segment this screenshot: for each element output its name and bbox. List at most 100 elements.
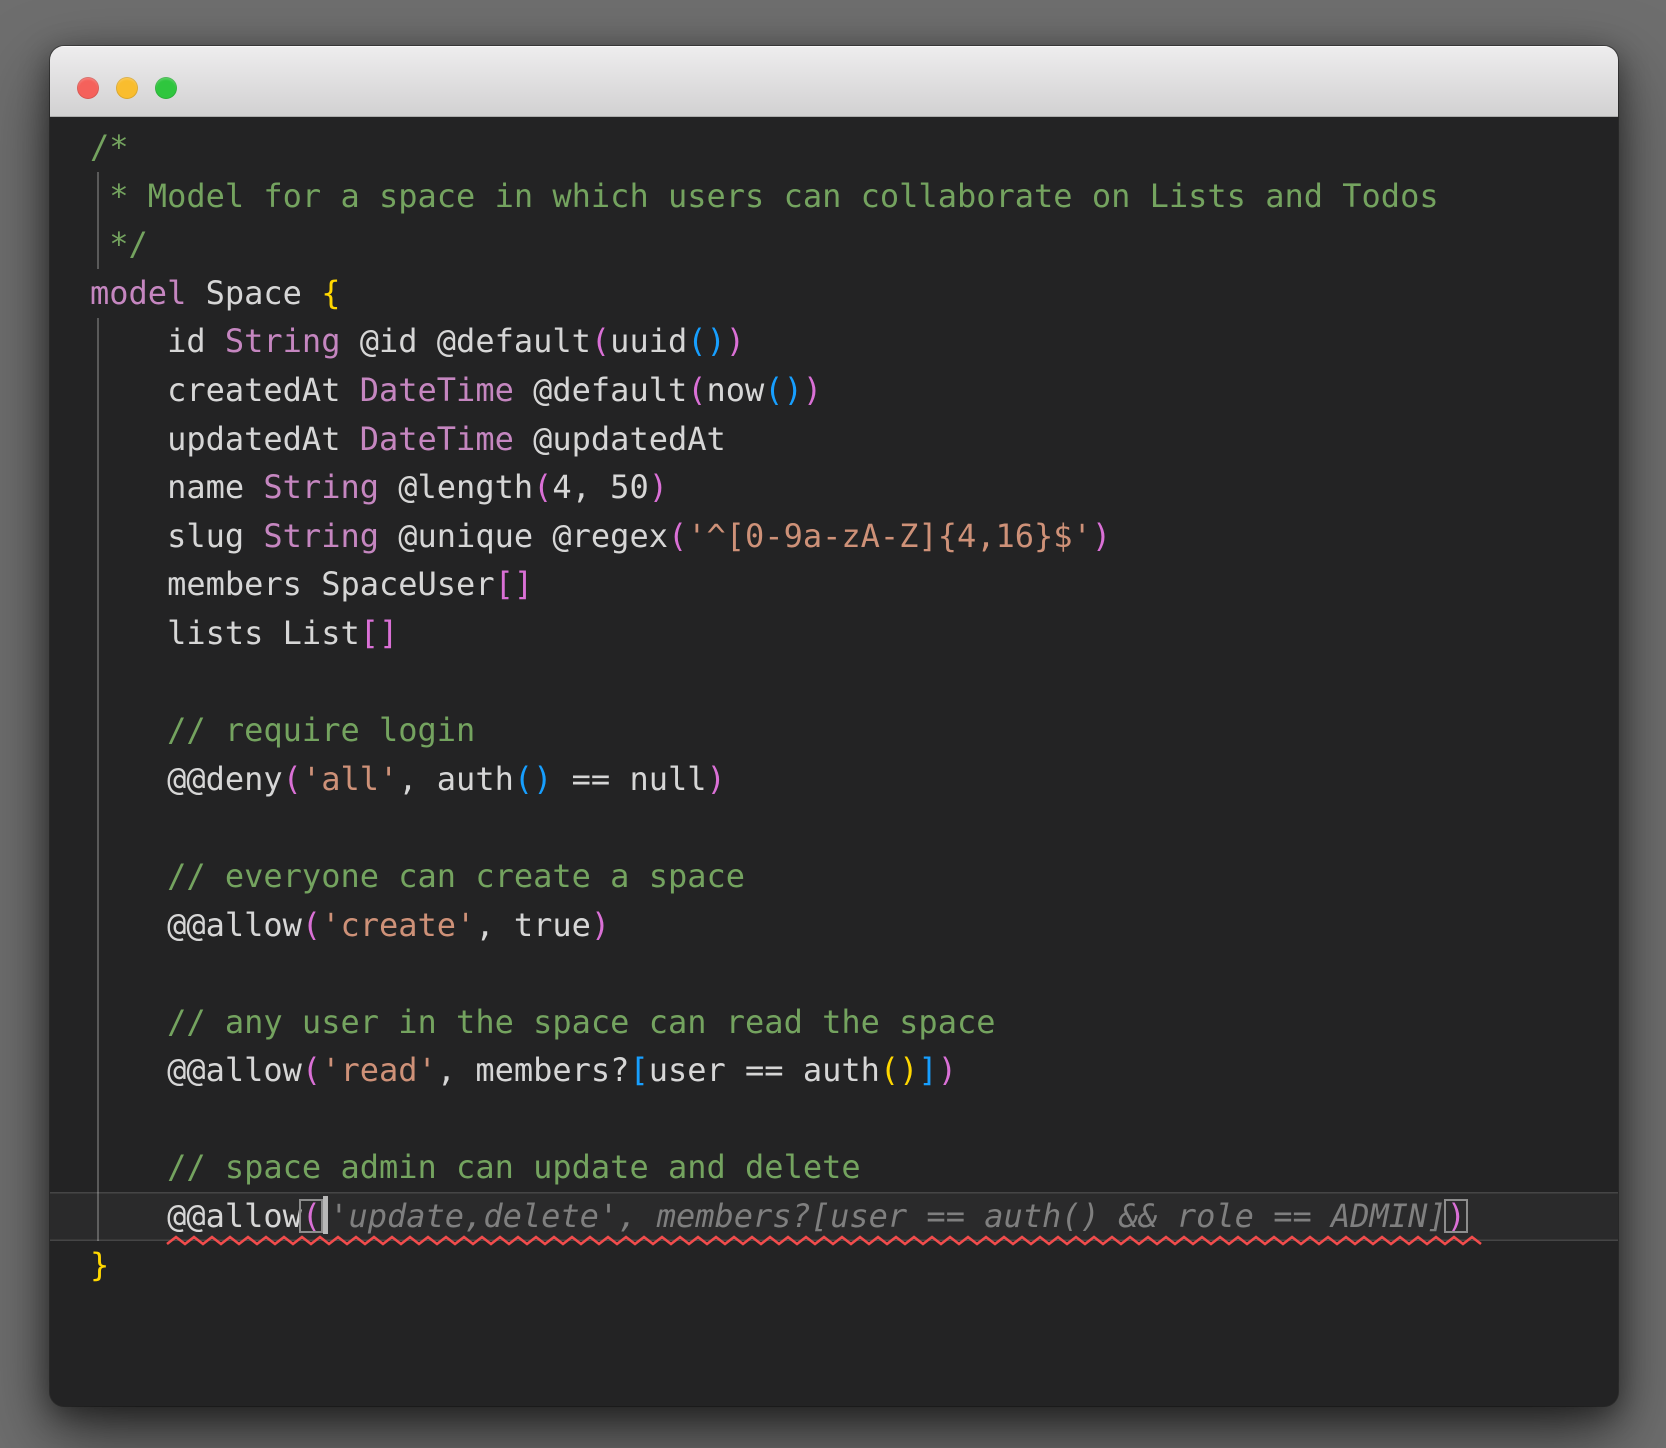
code-token: @@deny — [90, 759, 283, 798]
code-token: DateTime — [359, 419, 514, 458]
code-line[interactable]: @@allow('update,delete', members?[user =… — [50, 1192, 1618, 1246]
close-button[interactable] — [77, 77, 99, 99]
traffic-lights — [77, 77, 177, 99]
code-token: @@allow — [167, 1197, 302, 1236]
code-token: } — [90, 1245, 110, 1284]
code-token: [] — [494, 565, 534, 604]
code-token: == null — [552, 759, 707, 798]
code-token: ) — [590, 905, 611, 944]
code-token: String — [263, 516, 379, 555]
code-token: */ — [90, 225, 148, 264]
code-token: 'create' — [321, 905, 476, 944]
code-token: @@allow — [90, 905, 302, 944]
code-token: , members? — [436, 1051, 630, 1090]
code-token: { — [321, 273, 341, 312]
code-token: @updatedAt — [513, 419, 726, 458]
code-token: slug — [90, 516, 264, 555]
code-line[interactable]: // space admin can update and delete — [50, 1143, 1618, 1192]
code-line[interactable]: /* — [50, 123, 1618, 172]
code-line[interactable]: slug String @unique @regex('^[0-9a-zA-Z]… — [50, 512, 1618, 561]
code-token: ) — [802, 370, 823, 409]
code-token: () — [687, 322, 726, 361]
code-token: ( — [533, 468, 553, 507]
code-line[interactable] — [50, 803, 1618, 852]
code-line[interactable] — [50, 1095, 1618, 1144]
code-token: ( — [667, 516, 688, 555]
titlebar[interactable] — [50, 46, 1618, 117]
code-token: @default — [513, 370, 688, 409]
code-token: [] — [359, 613, 399, 652]
code-line[interactable]: id String @id @default(uuid()) — [50, 317, 1618, 366]
code-token: ( — [301, 1197, 322, 1236]
code-token: // everyone can create a space — [90, 856, 746, 895]
code-line[interactable]: @@allow('read', members?[user == auth()]… — [50, 1046, 1618, 1095]
code-token: DateTime — [359, 370, 514, 409]
code-token: ) — [1446, 1197, 1466, 1236]
code-token: , auth — [398, 759, 514, 798]
code-token: // any user in the space can read the sp… — [90, 1002, 996, 1041]
code-token: @id @default — [340, 322, 591, 361]
code-token: // require login — [90, 711, 476, 750]
code-token: String — [224, 322, 341, 361]
code-token: @@allow — [90, 1051, 302, 1090]
code-token: // space admin can update and delete — [90, 1148, 861, 1187]
code-token: () — [764, 370, 803, 409]
code-token: 'read' — [321, 1051, 437, 1090]
code-line[interactable] — [50, 949, 1618, 998]
code-line[interactable]: @@deny('all', auth() == null) — [50, 755, 1618, 804]
text-cursor — [323, 1196, 329, 1235]
code-token: ( — [282, 759, 302, 798]
code-token: id — [90, 322, 225, 361]
code-token: ( — [687, 370, 707, 409]
code-token: , true — [475, 905, 591, 944]
code-token: members SpaceUser — [90, 565, 495, 604]
code-token: 4, 50 — [552, 468, 649, 507]
code-token: ( — [590, 322, 611, 361]
macos-window: /* * Model for a space in which users ca… — [50, 46, 1618, 1406]
code-line[interactable]: // require login — [50, 706, 1618, 755]
code-token: * Model for a space in which users can c… — [90, 176, 1439, 215]
code-token: ( — [301, 1051, 322, 1090]
code-token: [ — [629, 1051, 649, 1090]
code-token: ( — [301, 905, 322, 944]
code-token: lists List — [90, 613, 360, 652]
code-token: ) — [706, 759, 726, 798]
code-token: ) — [937, 1051, 957, 1090]
code-line[interactable]: * Model for a space in which users can c… — [50, 172, 1618, 221]
code-token: () — [513, 759, 553, 798]
zoom-button[interactable] — [155, 77, 177, 99]
ghost-suggestion-text: 'update,delete', members?[user == auth()… — [329, 1197, 1447, 1236]
code-token: ) — [648, 468, 668, 507]
code-token: now — [706, 370, 765, 409]
code-token: () — [879, 1051, 919, 1090]
code-token: name — [90, 468, 264, 507]
code-line[interactable]: updatedAt DateTime @updatedAt — [50, 415, 1618, 464]
code-line[interactable]: lists List[] — [50, 609, 1618, 658]
code-token: /* — [90, 128, 129, 166]
minimize-button[interactable] — [116, 77, 138, 99]
code-line[interactable]: // everyone can create a space — [50, 852, 1618, 901]
code-line[interactable]: } — [50, 1241, 1618, 1290]
code-editor[interactable]: /* * Model for a space in which users ca… — [50, 117, 1618, 1406]
code-token: user == auth — [648, 1051, 880, 1090]
error-region: @@allow('update,delete', members?[user =… — [166, 1192, 1482, 1246]
code-line[interactable]: members SpaceUser[] — [50, 560, 1618, 609]
code-token: @unique @regex — [378, 516, 668, 555]
code-token: ) — [725, 322, 746, 361]
code-token: ) — [1091, 516, 1112, 555]
code-line[interactable]: model Space { — [50, 269, 1618, 318]
code-token: model — [90, 273, 187, 312]
code-token: 'all' — [301, 759, 399, 798]
code-line[interactable]: // any user in the space can read the sp… — [50, 998, 1618, 1047]
code-token: String — [263, 468, 379, 507]
code-token: '^[0-9a-zA-Z]{4,16}$' — [687, 516, 1092, 555]
code-line[interactable]: name String @length(4, 50) — [50, 463, 1618, 512]
code-line[interactable]: */ — [50, 220, 1618, 269]
code-token: uuid — [610, 322, 688, 361]
code-token: @length — [378, 468, 534, 507]
code-line[interactable]: @@allow('create', true) — [50, 901, 1618, 950]
code-line[interactable] — [50, 658, 1618, 707]
code-line[interactable]: createdAt DateTime @default(now()) — [50, 366, 1618, 415]
code-lines: /* * Model for a space in which users ca… — [50, 117, 1618, 1289]
